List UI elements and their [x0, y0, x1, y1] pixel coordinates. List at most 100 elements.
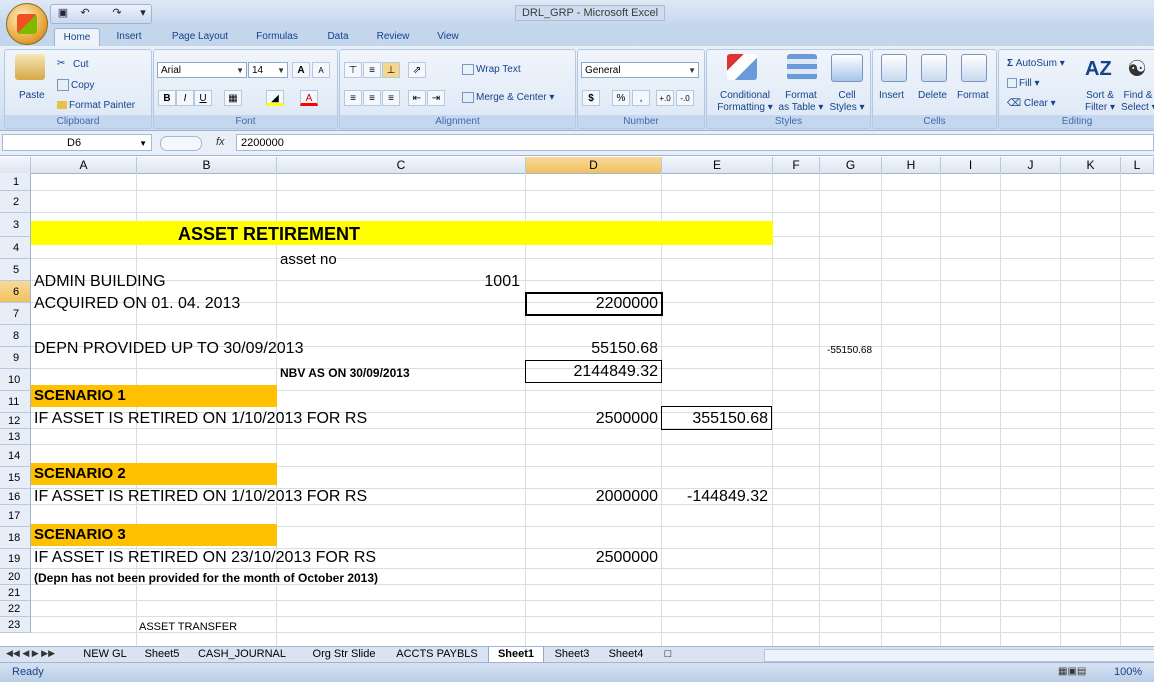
find-select-button[interactable]: Find &Select ▾: [1121, 90, 1154, 114]
tab-view[interactable]: View: [428, 28, 468, 46]
shrink-font-button[interactable]: A: [312, 62, 330, 78]
tab-page-layout[interactable]: Page Layout: [164, 28, 236, 46]
cell-g8[interactable]: -55150.68: [827, 345, 872, 356]
view-buttons-icon[interactable]: ▦▣▤: [1058, 666, 1108, 679]
cell-a10[interactable]: SCENARIO 1: [34, 387, 126, 404]
sheet-tab[interactable]: Sheet4: [602, 647, 650, 662]
conditional-formatting-button[interactable]: Conditional Formatting ▾: [713, 90, 777, 114]
comma-button[interactable]: ,: [632, 90, 650, 106]
insert-sheet-icon[interactable]: □: [656, 647, 680, 662]
row-header[interactable]: 20: [0, 569, 31, 585]
font-size-select[interactable]: 14 ▼: [248, 62, 288, 78]
increase-indent-icon[interactable]: ⇥: [427, 90, 445, 106]
cell-d8[interactable]: 55150.68: [528, 340, 658, 358]
column-header[interactable]: I: [941, 157, 1001, 173]
office-button[interactable]: [6, 3, 48, 45]
select-all-corner[interactable]: [0, 157, 31, 173]
align-bottom-icon[interactable]: ⊥: [382, 62, 400, 78]
align-middle-icon[interactable]: ≡: [363, 62, 381, 78]
cell-a17[interactable]: SCENARIO 3: [34, 526, 126, 543]
column-header[interactable]: D: [526, 157, 662, 173]
row-header[interactable]: 3: [0, 213, 31, 237]
row-header[interactable]: 9: [0, 347, 31, 369]
cut-button[interactable]: ✂ Cut: [57, 58, 89, 70]
font-name-select[interactable]: Arial ▼: [157, 62, 247, 78]
column-header[interactable]: G: [820, 157, 882, 173]
zoom-level[interactable]: 100%: [1114, 666, 1142, 678]
row-header[interactable]: 22: [0, 601, 31, 617]
format-as-table-icon[interactable]: [787, 54, 817, 80]
row-header[interactable]: 12: [0, 413, 31, 429]
italic-button[interactable]: I: [176, 90, 194, 106]
cell-styles-icon[interactable]: [831, 54, 863, 82]
format-painter-button[interactable]: Format Painter: [57, 100, 135, 111]
cell-d9[interactable]: 2144849.32: [528, 363, 658, 381]
row-header[interactable]: 11: [0, 391, 31, 413]
tab-home[interactable]: Home: [54, 28, 100, 47]
insert-button[interactable]: Insert: [879, 90, 904, 101]
row-header[interactable]: 2: [0, 191, 31, 213]
row-header[interactable]: 19: [0, 549, 31, 569]
column-header[interactable]: B: [137, 157, 277, 173]
wrap-text-button[interactable]: Wrap Text: [462, 64, 521, 75]
cell-d18[interactable]: 2500000: [528, 549, 658, 567]
decrease-indent-icon[interactable]: ⇤: [408, 90, 426, 106]
bold-button[interactable]: B: [158, 90, 176, 106]
cell-a15[interactable]: IF ASSET IS RETIRED ON 1/10/2013 FOR RS: [34, 488, 367, 506]
font-color-icon[interactable]: A: [300, 90, 318, 106]
row-header[interactable]: 16: [0, 489, 31, 505]
format-cells-icon[interactable]: [961, 54, 987, 82]
row-header[interactable]: 15: [0, 467, 31, 489]
increase-decimal-button[interactable]: +.0: [656, 90, 674, 106]
cell-a11[interactable]: IF ASSET IS RETIRED ON 1/10/2013 FOR RS: [34, 410, 367, 428]
sheet-tab[interactable]: CASH_JOURNAL: [192, 647, 292, 662]
cell-a14[interactable]: SCENARIO 2: [34, 465, 126, 482]
cell-e15[interactable]: -144849.32: [664, 488, 768, 506]
customize-qat-icon[interactable]: ▾: [135, 6, 151, 20]
column-header[interactable]: J: [1001, 157, 1061, 173]
cell-c9[interactable]: NBV AS ON 30/09/2013: [280, 366, 410, 380]
format-button[interactable]: Format: [957, 90, 989, 101]
sheet-tab-active[interactable]: Sheet1: [488, 647, 544, 663]
sheet-tab[interactable]: Org Str Slide: [302, 647, 386, 662]
merge-center-button[interactable]: Merge & Center ▾: [462, 92, 554, 103]
fill-button[interactable]: Fill ▾: [1007, 78, 1040, 89]
row-header[interactable]: 14: [0, 445, 31, 467]
horizontal-scrollbar[interactable]: [764, 649, 1154, 662]
cell-d11[interactable]: 2500000: [528, 410, 658, 428]
formula-input[interactable]: 2200000: [236, 134, 1154, 151]
fill-color-icon[interactable]: ◢: [266, 90, 284, 106]
insert-cells-icon[interactable]: [881, 54, 907, 82]
sheet-tab[interactable]: ACCTS PAYBLS: [392, 647, 482, 662]
cell-a5[interactable]: ADMIN BUILDING: [34, 273, 166, 291]
align-right-icon[interactable]: ≡: [382, 90, 400, 106]
tab-insert[interactable]: Insert: [108, 28, 150, 46]
align-center-icon[interactable]: ≡: [363, 90, 381, 106]
row-header[interactable]: 18: [0, 527, 31, 549]
row-header[interactable]: 23: [0, 617, 31, 633]
paste-button[interactable]: Paste: [19, 90, 45, 101]
column-header[interactable]: L: [1121, 157, 1154, 173]
copy-button[interactable]: Copy: [57, 79, 94, 91]
format-as-table-button[interactable]: Format as Table ▾: [777, 90, 825, 114]
decrease-decimal-button[interactable]: -.0: [676, 90, 694, 106]
row-header[interactable]: 4: [0, 237, 31, 259]
tab-review[interactable]: Review: [368, 28, 418, 46]
currency-button[interactable]: $: [582, 90, 600, 106]
sort-filter-button[interactable]: Sort & Filter ▾: [1083, 90, 1117, 114]
cell-a18[interactable]: IF ASSET IS RETIRED ON 23/10/2013 FOR RS: [34, 549, 376, 567]
row-header[interactable]: 6: [0, 281, 31, 303]
sheet-tab[interactable]: NEW GL: [76, 647, 134, 662]
name-box[interactable]: D6 ▼: [2, 134, 152, 151]
binoculars-icon[interactable]: ☯: [1123, 56, 1151, 82]
row-header[interactable]: 1: [0, 173, 31, 191]
sheet-nav-icon[interactable]: ◀◀ ◀ ▶ ▶▶: [6, 648, 55, 659]
row-header[interactable]: 21: [0, 585, 31, 601]
column-header[interactable]: F: [773, 157, 820, 173]
cell-e11[interactable]: 355150.68: [664, 410, 768, 428]
cell-a6[interactable]: ACQUIRED ON 01. 04. 2013: [34, 295, 240, 313]
cell-styles-button[interactable]: Cell Styles ▾: [827, 90, 867, 114]
delete-cells-icon[interactable]: [921, 54, 947, 82]
save-icon[interactable]: ▣: [55, 6, 71, 20]
borders-icon[interactable]: ▦: [224, 90, 242, 106]
